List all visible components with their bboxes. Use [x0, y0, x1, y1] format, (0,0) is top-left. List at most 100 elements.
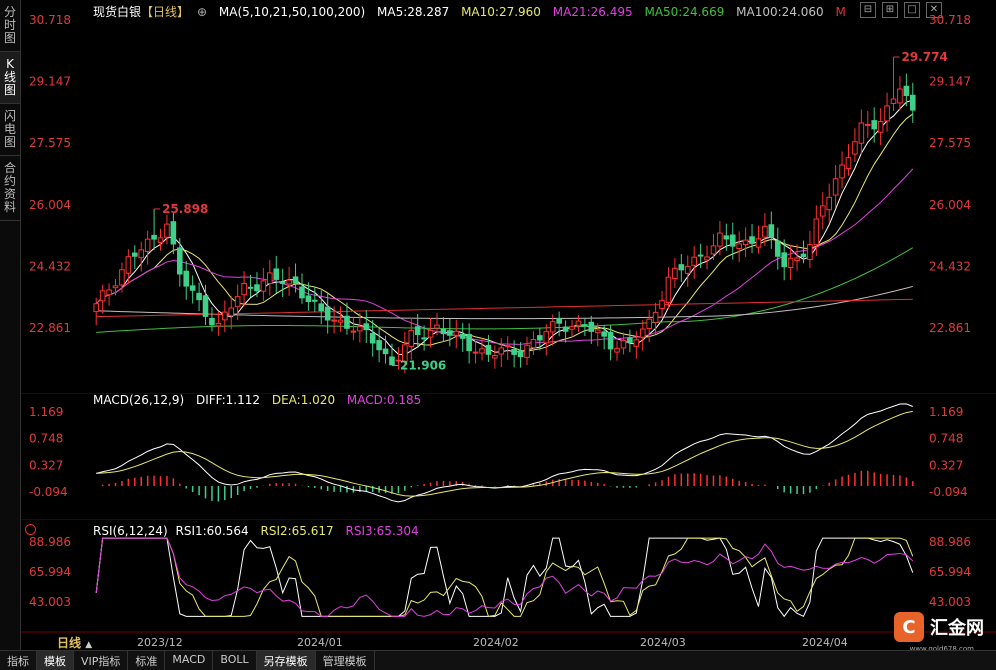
- sidebar-tab[interactable]: 合约资料: [0, 156, 20, 221]
- dea-line: [96, 410, 913, 497]
- ma10-value: MA10:27.960: [461, 5, 541, 19]
- macd-legend: MACD(26,12,9) DIFF:1.112 DEA:1.020 MACD:…: [93, 393, 429, 407]
- candle-body: [678, 264, 685, 271]
- candle-body: [562, 326, 569, 332]
- high-label: 29.774: [901, 50, 947, 64]
- candle-body: [897, 88, 903, 104]
- candle-body: [794, 257, 800, 262]
- macd-dea: DEA:1.020: [271, 393, 336, 407]
- macd-tick-right: 1.169: [929, 405, 963, 419]
- macd-chart[interactable]: 1.169 1.169 0.748 0.748 0.327 0.327 -0.094 -0.0…: [21, 394, 996, 519]
- candle-body: [556, 318, 562, 324]
- candle-body: [414, 326, 421, 335]
- toolbar-item[interactable]: 管理模板: [316, 651, 375, 670]
- candle-body: [665, 276, 672, 304]
- low-label: 21.906: [400, 358, 446, 372]
- toolbar-item[interactable]: BOLL: [213, 651, 257, 670]
- candle-body: [151, 234, 157, 240]
- toolbar-item[interactable]: 指标: [0, 651, 37, 670]
- candle-body: [357, 326, 363, 332]
- candle-body: [537, 335, 543, 341]
- bottom-toolbar: 指标 模板 VIP指标 标准 MACD BOLL 另存模板 管理模板: [0, 650, 996, 670]
- candle-body: [479, 348, 485, 354]
- candle-body: [511, 348, 517, 355]
- toolbar-item[interactable]: 模板: [37, 651, 74, 670]
- toolbar-item[interactable]: VIP指标: [74, 651, 129, 670]
- ma100-value: MA100:24.060: [736, 5, 824, 19]
- candle-body: [800, 253, 807, 258]
- price-legend: 现货白银【日线】 ⊕ MA(5,10,21,50,100,200) MA5:28.…: [93, 3, 854, 20]
- candle-body: [164, 223, 170, 238]
- candle-body: [459, 333, 466, 339]
- macd-tick-left: 1.169: [29, 405, 63, 419]
- restore-icon[interactable]: ⊟: [860, 2, 876, 18]
- candle-body: [549, 321, 556, 333]
- candle-body: [324, 306, 331, 321]
- sidebar-tab-char: 料: [3, 200, 16, 214]
- candle-body: [826, 196, 832, 211]
- rsi-settings-icon[interactable]: [25, 524, 36, 535]
- candle-body: [594, 329, 601, 334]
- rsi2-value: RSI2:65.617: [260, 524, 334, 538]
- candle-body: [627, 337, 633, 343]
- brand-logo-icon: C: [894, 612, 924, 642]
- candle-body: [575, 320, 582, 326]
- date-tick: 2024/02: [473, 636, 519, 649]
- sidebar-tab[interactable]: 分时图: [0, 0, 20, 52]
- sidebar-tab[interactable]: K线图: [0, 52, 20, 104]
- close-icon[interactable]: ✕: [926, 2, 942, 18]
- candle-body: [144, 238, 151, 253]
- candle-body: [125, 256, 132, 274]
- rsi-tick-left: 43.003: [29, 595, 71, 609]
- brand-logo: C 汇金网: [894, 612, 984, 642]
- candle-body: [845, 157, 852, 169]
- sidebar-tab-char: 图: [3, 135, 16, 149]
- rsi-tick-right: 43.003: [929, 595, 971, 609]
- toolbar-item[interactable]: MACD: [165, 651, 214, 670]
- candle-body: [832, 178, 839, 196]
- toolbar-item[interactable]: 标准: [128, 651, 166, 670]
- candle-body: [292, 276, 299, 284]
- macd-value: MACD:0.185: [346, 393, 422, 407]
- y-tick-left: 24.432: [29, 259, 71, 273]
- price-chart[interactable]: 30.718 30.71829.147 29.14727.575 27.57526.0…: [21, 0, 996, 393]
- macd-tick-left: -0.094: [29, 485, 68, 499]
- settings-icon[interactable]: ⊕: [197, 5, 207, 19]
- y-tick-left: 22.861: [29, 321, 71, 335]
- candle-body: [299, 286, 305, 299]
- ma-params: MA(5,10,21,50,100,200): [218, 5, 366, 19]
- candle-body: [157, 237, 164, 243]
- rsi6-line: [95, 537, 914, 618]
- candle-body: [350, 330, 357, 333]
- candle-body: [376, 340, 382, 351]
- toolbar-item[interactable]: 另存模板: [256, 651, 316, 670]
- date-tick: 2024/03: [640, 636, 686, 649]
- candle-body: [305, 295, 312, 303]
- maximize-icon[interactable]: □: [904, 2, 920, 18]
- candle-body: [768, 224, 775, 238]
- candle-body: [112, 285, 119, 289]
- rsi-params: RSI(6,12,24): [93, 524, 168, 538]
- sidebar-tab[interactable]: 闪电图: [0, 104, 20, 156]
- date-tick: 2023/12: [137, 636, 183, 649]
- candle-body: [601, 331, 607, 337]
- period-selector[interactable]: 日线 ▲: [57, 634, 92, 651]
- candle-body: [530, 339, 537, 349]
- candle-body: [736, 243, 742, 250]
- candle-body: [704, 256, 710, 261]
- macd-tick-left: 0.327: [29, 458, 63, 472]
- macd-tick-left: 0.748: [29, 432, 63, 446]
- candle-body: [813, 218, 820, 246]
- candle-body: [241, 282, 247, 296]
- candle-body: [871, 120, 878, 130]
- rsi-tick-right: 88.986: [929, 535, 971, 549]
- candle-body: [646, 318, 652, 330]
- mid-high-label: 25.898: [162, 202, 208, 216]
- y-tick-left: 29.147: [29, 75, 71, 89]
- candle-body: [440, 328, 447, 335]
- candle-body: [318, 303, 325, 312]
- candle-body: [909, 94, 916, 111]
- candle-body: [106, 289, 112, 296]
- grid-icon[interactable]: ⊞: [882, 2, 898, 18]
- candle-body: [209, 318, 215, 326]
